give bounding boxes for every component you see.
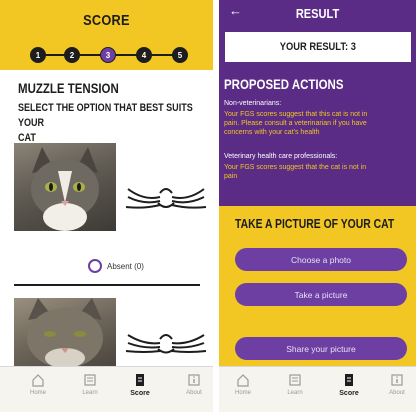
step-5[interactable]: 5 [172,47,188,63]
vet-line: pain [224,173,238,180]
result-title: RESULT [295,5,340,21]
tab-about[interactable]: About [174,373,213,396]
result-screen: ← RESULT YOUR RESULT: 3 PROPOSED ACTIONS… [219,0,416,412]
bottom-tab-bar: Home Learn Score About [219,366,416,412]
tab-learn[interactable]: Learn [70,373,110,396]
instruction-line-1: SELECT THE OPTION THAT BEST SUITS YOUR [18,102,193,129]
tab-score-label: Score [130,390,150,397]
vet-line: Your FGS scores suggest that the cat is … [224,164,367,171]
tab-home[interactable]: Home [223,373,263,396]
result-header: ← RESULT [219,0,416,26]
tab-learn[interactable]: Learn [275,373,315,396]
choose-photo-button[interactable]: Choose a photo [235,248,407,271]
cat-photo-option-1[interactable] [14,298,116,366]
score-title: SCORE [83,11,130,29]
step-3-current[interactable]: 3 [100,47,116,63]
info-icon [391,374,403,386]
progress-stepper-bar: 1 2 3 4 5 [0,40,213,70]
score-header: SCORE [0,0,213,40]
take-picture-button[interactable]: Take a picture [235,283,407,306]
nonvet-text: Your FGS scores suggest that this cat is… [224,110,416,137]
share-picture-button[interactable]: Share your picture [235,337,407,360]
tab-about-label: About [186,390,202,396]
cat-photo-option-0[interactable] [14,143,116,231]
muzzle-diagram-icon [125,334,207,354]
bottom-tab-bar: Home Learn Score About [0,366,213,412]
divider [14,284,200,286]
home-icon [237,374,249,387]
nonvet-line: Your FGS scores suggest that this cat is… [224,111,368,118]
result-box: YOUR RESULT: 3 [225,32,411,62]
tab-home-label: Home [234,390,251,396]
option-radio[interactable] [88,259,102,273]
step-2[interactable]: 2 [64,47,80,63]
section-title: MUZZLE TENSION [18,80,119,96]
tab-about-label: About [389,390,405,396]
book-icon [289,374,301,386]
info-icon [188,374,200,386]
vet-text: Your FGS scores suggest that the cat is … [224,163,416,181]
book-icon [84,374,96,386]
tab-score-label: Score [339,390,359,397]
tab-score[interactable]: Score [120,373,160,397]
step-1[interactable]: 1 [30,47,46,63]
nonvet-line: concerns with your cat's health [224,129,320,136]
tab-learn-label: Learn [287,390,303,396]
option-absent[interactable]: Absent (0) [88,259,144,273]
progress-stepper: 1 2 3 4 5 [30,45,188,65]
clipboard-icon [345,374,353,386]
score-screen: SCORE 1 2 3 4 5 MUZZLE TENSION SELECT TH… [0,0,213,412]
back-arrow-icon[interactable]: ← [229,3,242,18]
clipboard-icon [136,374,144,386]
tab-home-label: Home [29,390,46,396]
instruction-text: SELECT THE OPTION THAT BEST SUITS YOUR C… [18,101,207,146]
nonvet-title: Non-veterinarians: [224,100,282,107]
tab-score[interactable]: Score [329,373,369,397]
step-4[interactable]: 4 [136,47,152,63]
muzzle-diagram-icon [125,188,207,209]
tab-home[interactable]: Home [18,373,58,396]
home-icon [32,374,44,387]
result-value: YOUR RESULT: 3 [279,41,357,53]
vet-title: Veterinary health care professionals: [224,153,338,160]
take-picture-title: TAKE A PICTURE OF YOUR CAT [235,216,395,231]
proposed-actions-title: PROPOSED ACTIONS [224,76,344,92]
nonvet-line: pain. Please consult a veterinarian if y… [224,120,367,127]
tab-about[interactable]: About [377,373,416,396]
option-label: Absent (0) [107,261,144,271]
tab-learn-label: Learn [82,390,98,396]
